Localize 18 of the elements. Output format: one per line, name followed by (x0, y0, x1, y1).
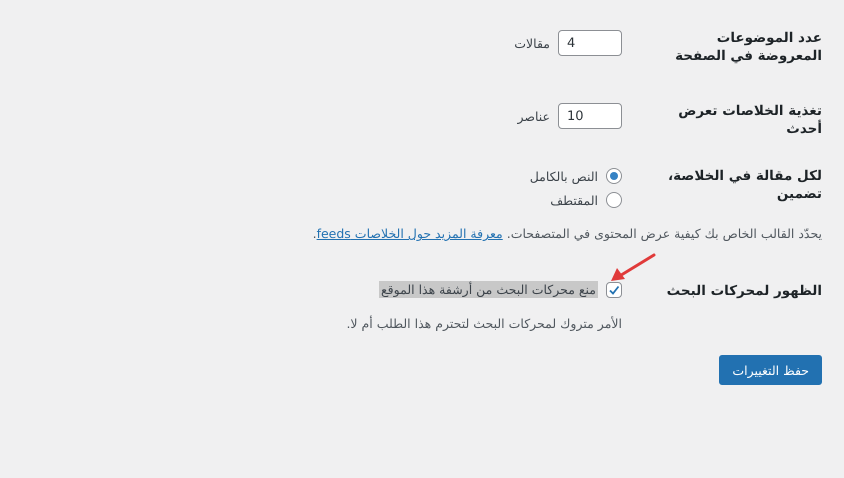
unit-label: عناصر (517, 108, 550, 124)
setting-label: تغذية الخلاصات تعرض أحدث (677, 103, 822, 138)
setting-label: الظهور لمحركات البحث (666, 282, 822, 302)
description-text: يحدّد القالب الخاص بك كيفية عرض المحتوى في المتصفحات. معرفة المزيد حول الخلاصات feeds. (312, 226, 822, 242)
checkbox[interactable] (606, 282, 622, 298)
radio-label: المقتطف (550, 192, 598, 208)
description-text: الأمر متروك لمحركات البحث لتحترم هذا الطلب أم لا. (345, 316, 622, 332)
number-field[interactable]: 10 (558, 103, 622, 130)
radio-button[interactable] (606, 168, 622, 184)
checkbox-label: منع محركات البحث من أرشفة هذا الموقع (379, 281, 598, 298)
setting-label: عدد الموضوعات المعروضة في الصفحة (674, 30, 822, 66)
radio-label: النص بالكامل (530, 168, 598, 184)
number-field[interactable]: 4 (558, 30, 622, 56)
unit-label: مقالات (514, 36, 550, 50)
save-button[interactable]: حفظ التغييرات (719, 355, 822, 386)
learn-more-link[interactable]: معرفة المزيد حول الخلاصات feeds (316, 226, 503, 242)
radio-button[interactable] (606, 192, 622, 208)
setting-label: لكل مقالة في الخلاصة، تضمين (666, 168, 822, 204)
